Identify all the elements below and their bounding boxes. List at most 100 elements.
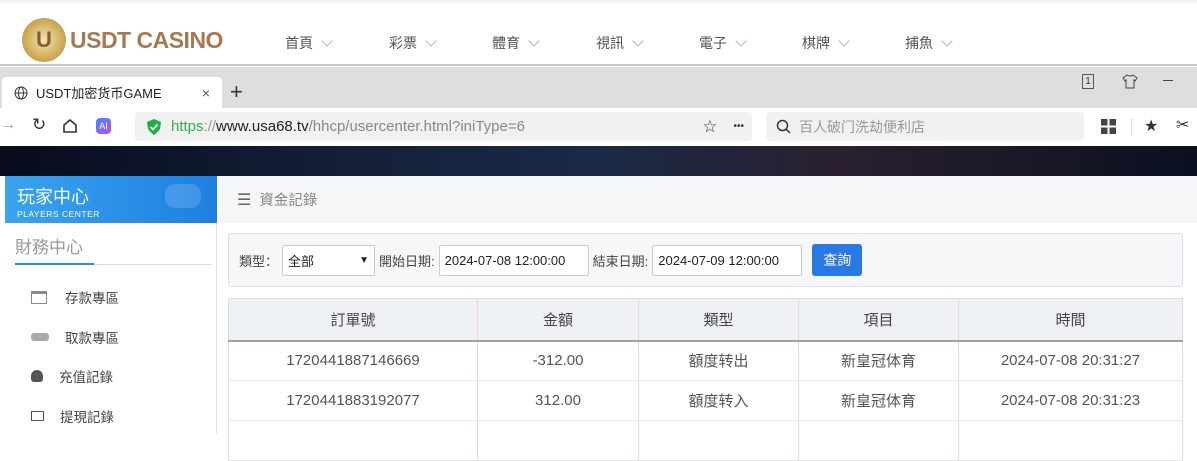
nav-home[interactable]: 首頁 [285, 33, 333, 53]
cell [228, 420, 478, 461]
minimize-icon[interactable] [1163, 80, 1173, 81]
col-type: 類型 [638, 298, 799, 342]
browser-tab-bar: USDT加密货币GAME × + 1 [0, 67, 1197, 108]
sidebar-item-withdraw-records[interactable]: 提現記錄 [31, 406, 114, 426]
money-bag-icon [31, 370, 43, 382]
chevron-down-icon [632, 34, 644, 47]
chevron-down-icon [735, 34, 747, 47]
nav-sports[interactable]: 體育 [492, 33, 540, 53]
chevron-down-icon [425, 34, 437, 47]
records-table: 訂單號 金額 類型 項目 時間 1720441887146669 -312.00… [228, 298, 1183, 461]
order-no: 1720441883192077 [228, 380, 478, 421]
col-amount: 金額 [477, 298, 639, 342]
url-sep: :// [203, 118, 217, 135]
type-label: 類型： [239, 253, 279, 269]
nav-live[interactable]: 視訊 [596, 33, 644, 53]
sidebar-item-recharge-records[interactable]: 充值記錄 [31, 366, 113, 386]
url-path: /hhcp/usercenter.html?iniType=6 [308, 118, 525, 135]
nav-fishing[interactable]: 捕魚 [905, 33, 953, 53]
address-row: → ↻ AI https://www.usa68.tv/hhcp/usercen… [0, 108, 1197, 146]
tab-title: USDT加密货币GAME [36, 86, 162, 101]
end-date-label: 結束日期: [592, 253, 649, 269]
time: 2024-07-08 20:31:23 [958, 380, 1183, 421]
close-tab-icon[interactable]: × [202, 85, 210, 101]
start-date-label: 開始日期: [379, 253, 435, 269]
chevron-down-icon [321, 34, 333, 47]
nav-label: 捕魚 [905, 35, 933, 51]
section-underline [15, 263, 94, 265]
card-icon [31, 290, 47, 304]
start-date-input[interactable]: 2024-07-08 12:00:00 [438, 244, 589, 276]
site-header: U USDT CASINO 首頁 彩票 體育 視訊 電子 棋牌 捕魚 [0, 0, 1197, 66]
nav-label: 體育 [492, 35, 520, 51]
table-row [228, 420, 1183, 461]
table-row: 1720441883192077 312.00 額度转入 新皇冠体育 2024-… [228, 380, 1183, 421]
col-item: 項目 [798, 298, 959, 342]
scissors-icon[interactable]: ✂ [1176, 115, 1189, 135]
time: 2024-07-08 20:31:27 [958, 340, 1183, 381]
apps-grid-icon[interactable] [1101, 119, 1116, 134]
chevron-down-icon [941, 34, 953, 47]
banner [0, 146, 1197, 176]
order-no: 1720441887146669 [228, 340, 478, 381]
table-header-row: 訂單號 金額 類型 項目 時間 [228, 298, 1183, 342]
nav-label: 視訊 [596, 35, 624, 51]
nav-label: 彩票 [389, 35, 417, 51]
divider [1131, 118, 1132, 136]
nav-slots[interactable]: 電子 [699, 33, 747, 53]
col-time: 時間 [958, 298, 1183, 342]
new-tab-button[interactable]: + [230, 79, 243, 105]
more-icon[interactable]: ••• [733, 121, 744, 132]
logo-coin: U [22, 18, 66, 62]
skin-shirt-icon[interactable] [1122, 74, 1138, 89]
ai-icon[interactable]: AI [96, 118, 111, 134]
home-icon[interactable] [63, 119, 77, 133]
query-button[interactable]: 查詢 [812, 244, 863, 276]
reload-icon[interactable]: ↻ [32, 115, 46, 135]
main-panel: ☰ 資金記錄 類型： 全部 ▼ 開始日期: 2024-07-08 12:00:00… [218, 176, 1197, 461]
menu-icon[interactable]: ☰ [237, 190, 251, 210]
page-header: ☰ 資金記錄 [218, 176, 1197, 223]
sidebar-item-label: 取款專區 [65, 331, 119, 346]
nav-lottery[interactable]: 彩票 [389, 33, 437, 53]
end-date-input[interactable]: 2024-07-09 12:00:00 [652, 244, 803, 276]
sidebar-item-withdraw[interactable]: 取款專區 [31, 327, 119, 347]
nav-label: 首頁 [285, 35, 313, 51]
logo[interactable]: U USDT CASINO [22, 17, 232, 63]
players-center-header: 玩家中心 PLAYERS CENTER [5, 176, 217, 223]
star-icon[interactable]: ☆ [702, 117, 717, 137]
cell [958, 420, 1183, 461]
nav-label: 棋牌 [802, 35, 830, 51]
amount: -312.00 [477, 340, 639, 381]
url-scheme: https [171, 118, 204, 135]
sidebar: 玩家中心 PLAYERS CENTER 財務中心 存款專區 取款專區 充值記錄 … [5, 176, 217, 434]
cell [638, 420, 799, 461]
sidebar-item-label: 提現記錄 [60, 410, 114, 425]
sidebar-item-deposit[interactable]: 存款專區 [31, 287, 119, 307]
favorites-icon[interactable]: ★ [1144, 116, 1158, 136]
amount: 312.00 [477, 380, 639, 421]
sidebar-item-label: 存款專區 [65, 291, 119, 306]
nav-cards[interactable]: 棋牌 [802, 33, 850, 53]
logo-text: USDT CASINO [70, 26, 223, 53]
search-icon [776, 119, 791, 134]
url-host: www.usa68.tv [216, 118, 309, 135]
cell [798, 420, 959, 461]
item: 新皇冠体育 [798, 380, 959, 421]
tab-count-icon[interactable]: 1 [1082, 74, 1094, 89]
browser-tab[interactable]: USDT加密货币GAME × [2, 77, 222, 108]
chevron-down-icon: ▼ [359, 254, 370, 266]
forward-icon[interactable]: → [0, 116, 16, 134]
type: 額度转入 [638, 380, 799, 421]
sidebar-item-label: 充值記錄 [59, 370, 113, 385]
filter-bar: 類型： 全部 ▼ 開始日期: 2024-07-08 12:00:00 結束日期: … [228, 233, 1183, 287]
page-title: 資金記錄 [259, 193, 318, 209]
url-bar[interactable]: https://www.usa68.tv/hhcp/usercenter.htm… [135, 112, 752, 141]
hand-money-icon [31, 333, 49, 341]
item: 新皇冠体育 [798, 340, 959, 381]
type-select[interactable]: 全部 ▼ [282, 244, 376, 276]
search-placeholder: 百人破门洗劫便利店 [799, 118, 925, 135]
search-input[interactable]: 百人破门洗劫便利店 [766, 112, 1084, 141]
wallet-icon [31, 411, 44, 421]
type-value: 全部 [288, 253, 315, 269]
